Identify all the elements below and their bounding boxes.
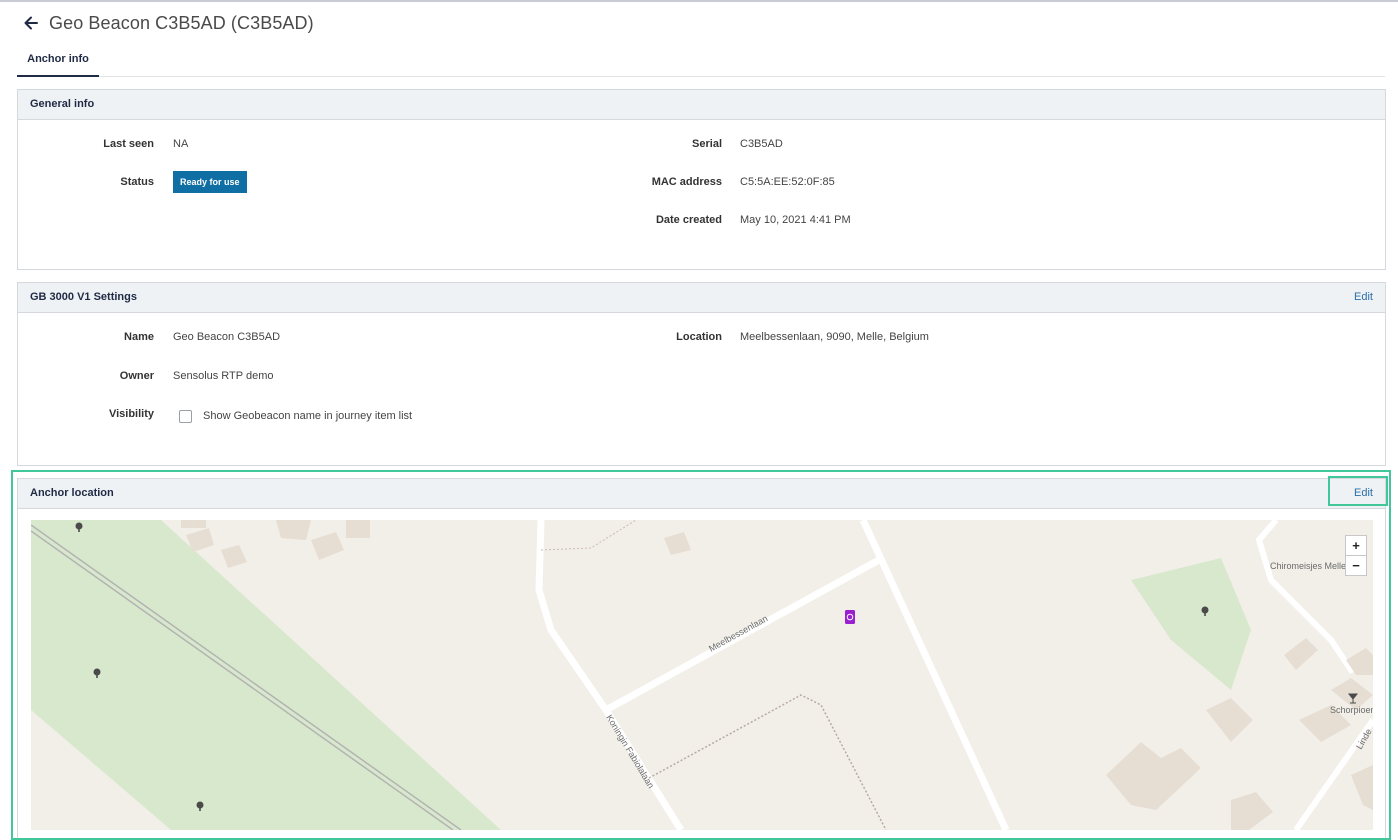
building [1206,698,1253,742]
settings-panel: GB 3000 V1 Settings Edit Name Geo Beacon… [17,282,1386,466]
last-seen-label: Last seen [103,138,154,150]
map-label-poi1: Chiromeisjes Melle [1270,561,1346,571]
general-info-panel: General info Last seen NA Status Ready f… [17,89,1386,270]
building [664,532,691,555]
tab-bar: Anchor info [17,42,1385,77]
map-label-street1: Meelbessenlaan [707,613,769,654]
settings-edit-link[interactable]: Edit [1354,291,1373,303]
owner-label: Owner [119,370,154,382]
top-divider [0,0,1398,2]
building [221,545,247,568]
mac-address-label: MAC address [651,176,722,188]
location-value: Meelbessenlaan, 9090, Melle, Belgium [740,331,929,343]
building [346,520,370,538]
building [311,532,344,560]
visibility-label: Visibility [108,408,154,420]
settings-header: GB 3000 V1 Settings Edit [18,283,1385,313]
general-info-title: General info [30,98,95,110]
mac-address-value: C5:5A:EE:52:0F:85 [740,176,835,188]
anchor-location-header: Anchor location Edit [18,479,1385,509]
building [181,520,206,528]
building [1351,765,1373,810]
building [1231,792,1273,830]
footpath [540,520,637,551]
building [1284,638,1318,670]
map-label-street2: Koningin Fabiolalaan [604,713,656,790]
serial-value: C3B5AD [740,138,783,150]
road [859,520,1010,830]
building [276,520,311,540]
footpath [648,694,887,830]
anchor-location-edit-link[interactable]: Edit [1354,487,1373,499]
zoom-in-button[interactable]: + [1345,535,1367,556]
map-canvas[interactable]: Meelbessenlaan Koningin Fabiolalaan Chir… [31,520,1373,830]
road [535,520,684,830]
building [1106,742,1201,810]
map-label-poi2: Schorpioen [1330,705,1373,715]
name-label: Name [124,331,154,343]
anchor-location-title: Anchor location [30,487,114,499]
status-badge: Ready for use [173,171,247,193]
date-created-label: Date created [655,214,722,226]
geobeacon-marker-icon[interactable] [845,610,855,624]
general-info-header: General info [18,90,1385,120]
tab-anchor-info[interactable]: Anchor info [17,42,99,77]
last-seen-value: NA [173,138,189,150]
zoom-out-button[interactable]: − [1345,555,1367,576]
settings-title: GB 3000 V1 Settings [30,291,137,303]
map[interactable]: Meelbessenlaan Koningin Fabiolalaan Chir… [31,520,1373,830]
park-area [1131,558,1251,690]
name-value: Geo Beacon C3B5AD [173,331,281,343]
owner-value: Sensolus RTP demo [173,370,274,382]
visibility-checkbox[interactable] [179,410,192,423]
date-created-value: May 10, 2021 4:41 PM [740,214,851,226]
page-title: Geo Beacon C3B5AD (C3B5AD) [49,12,314,33]
serial-label: Serial [692,138,722,150]
status-label: Status [120,176,154,188]
visibility-checkbox-label: Show Geobeacon name in journey item list [203,410,413,422]
page-header: Geo Beacon C3B5AD (C3B5AD) [22,10,314,36]
location-label: Location [676,331,722,343]
arrow-left-icon[interactable] [22,14,40,32]
